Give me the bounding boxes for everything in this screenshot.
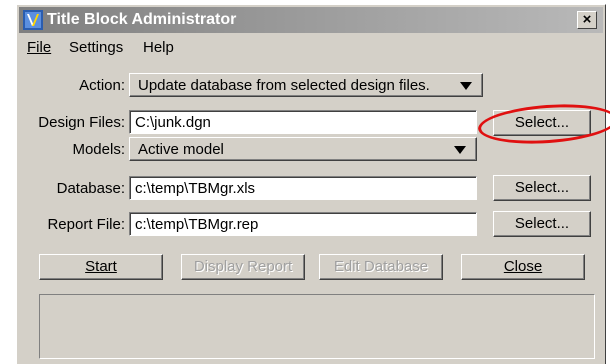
report-file-value: c:\temp\TBMgr.rep <box>135 216 259 233</box>
models-dropdown[interactable]: Active model <box>129 137 477 161</box>
menu-help[interactable]: Help <box>143 39 174 56</box>
database-value: c:\temp\TBMgr.xls <box>135 180 256 197</box>
close-label: Close <box>503 258 543 275</box>
report-file-select-label: Select... <box>514 215 570 232</box>
database-field[interactable]: c:\temp\TBMgr.xls <box>129 176 477 200</box>
triangle-down-icon <box>460 82 472 90</box>
edit-database-label: Edit Database <box>333 258 429 275</box>
edit-database-button[interactable]: Edit Database <box>319 254 443 280</box>
design-files-field[interactable]: C:\junk.dgn <box>129 110 477 134</box>
report-file-select-button[interactable]: Select... <box>493 211 591 237</box>
close-window-button[interactable]: × <box>577 11 597 29</box>
title-bar[interactable]: Title Block Administrator × <box>19 7 603 33</box>
display-report-label: Display Report <box>193 258 293 275</box>
status-area <box>39 294 595 359</box>
start-button[interactable]: Start <box>39 254 163 280</box>
display-report-button[interactable]: Display Report <box>181 254 305 280</box>
design-files-label: Design Files: <box>38 114 125 131</box>
window-title: Title Block Administrator <box>47 11 237 28</box>
menu-settings-label: Settings <box>69 39 124 56</box>
report-file-label: Report File: <box>47 216 125 233</box>
start-label: Start <box>85 258 117 275</box>
database-label: Database: <box>56 180 125 197</box>
menu-file-label: File <box>27 39 52 56</box>
report-file-field[interactable]: c:\temp\TBMgr.rep <box>129 212 477 236</box>
models-value: Active model <box>138 141 224 158</box>
close-icon: × <box>582 11 592 28</box>
menu-file[interactable]: File <box>27 39 51 56</box>
menu-help-label: Help <box>143 39 174 56</box>
models-label: Models: <box>72 141 125 158</box>
database-select-button[interactable]: Select... <box>493 175 591 201</box>
app-icon <box>23 10 43 30</box>
close-button[interactable]: Close <box>461 254 585 280</box>
action-dropdown[interactable]: Update database from selected design fil… <box>129 73 483 97</box>
red-highlight-ellipse <box>476 100 610 148</box>
menu-bar: File Settings Help <box>19 37 603 59</box>
triangle-down-icon <box>454 146 466 154</box>
action-label: Action: <box>79 77 125 94</box>
menu-settings[interactable]: Settings <box>69 39 123 56</box>
action-value: Update database from selected design fil… <box>138 77 430 94</box>
database-select-label: Select... <box>514 179 570 196</box>
dialog-window: Title Block Administrator × File Setting… <box>16 4 610 364</box>
design-files-value: C:\junk.dgn <box>135 114 211 131</box>
